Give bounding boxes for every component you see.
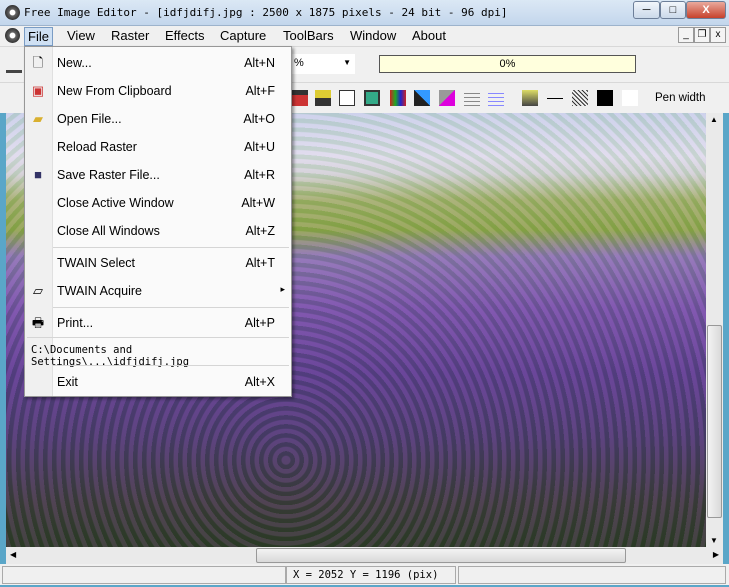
pen-width-label: Pen width [655, 92, 706, 104]
menu-view[interactable]: View [67, 28, 95, 43]
status-pane-left [2, 566, 286, 584]
layers-tool-icon[interactable] [315, 90, 331, 106]
image-tool-icon[interactable] [364, 90, 380, 106]
line-style-icon[interactable] [547, 98, 563, 99]
menu-item-close-all-windows[interactable]: Close All Windows Alt+Z [25, 219, 291, 243]
menu-toolbars[interactable]: ToolBars [283, 28, 334, 43]
app-gear-icon [5, 5, 20, 20]
menu-item-exit[interactable]: Exit Alt+X [25, 370, 291, 394]
menu-separator [53, 365, 289, 366]
grid-tool-icon[interactable] [464, 90, 480, 106]
status-coords: X = 2052 Y = 1196 (pix) [286, 566, 456, 584]
scroll-down-icon[interactable]: ▼ [710, 536, 718, 545]
progress-bar: 0% [379, 55, 636, 73]
background-color-swatch[interactable] [622, 90, 638, 106]
menu-bar: File View Raster Effects Capture ToolBar… [0, 26, 729, 46]
menu-about[interactable]: About [412, 28, 446, 43]
menu-item-twain-acquire[interactable]: ⏥ TWAIN Acquire ▸ [25, 279, 291, 303]
select-tool-icon[interactable] [339, 90, 355, 106]
zoom-select[interactable]: % ▼ [292, 54, 355, 74]
zoom-value: % [294, 57, 304, 69]
menu-item-close-active-window[interactable]: Close Active Window Alt+W [25, 191, 291, 215]
layer-tool-icon[interactable] [292, 90, 308, 106]
title-bar: Free Image Editor - [idfjdifj.jpg : 2500… [0, 0, 729, 26]
mdi-minimize-button[interactable]: _ [678, 27, 694, 43]
vertical-scrollbar[interactable]: ▲ ▼ [706, 113, 723, 547]
window-title: Free Image Editor - [idfjdifj.jpg : 2500… [24, 6, 508, 19]
submenu-arrow-icon: ▸ [280, 284, 285, 294]
menu-raster[interactable]: Raster [111, 28, 149, 43]
menu-item-print[interactable]: 🖶 Print... Alt+P [25, 311, 291, 335]
scroll-right-icon[interactable]: ▶ [713, 550, 719, 559]
histogram-icon[interactable] [488, 90, 504, 106]
menu-item-reload-raster[interactable]: Reload Raster Alt+U [25, 135, 291, 159]
menu-item-twain-select[interactable]: TWAIN Select Alt+T [25, 251, 291, 275]
vertical-scroll-thumb[interactable] [707, 325, 722, 518]
mdi-close-button[interactable]: x [710, 27, 726, 43]
scanner-icon: ⏥ [33, 283, 43, 298]
scanner-tool-icon[interactable] [6, 57, 22, 73]
floppy-icon: ■ [34, 167, 42, 182]
magic-wand-icon[interactable] [414, 90, 430, 106]
menu-capture[interactable]: Capture [220, 28, 266, 43]
menu-effects[interactable]: Effects [165, 28, 205, 43]
horizontal-scrollbar[interactable]: ◀ ▶ [6, 547, 723, 564]
folder-open-icon: ▰ [33, 111, 43, 126]
menu-separator [53, 247, 289, 248]
minimize-button[interactable]: ─ [633, 1, 660, 19]
menu-separator [53, 307, 289, 308]
mdi-restore-button[interactable]: ❐ [694, 27, 710, 43]
pencils-icon[interactable] [390, 90, 406, 106]
file-menu: 🗋 New... Alt+N ▣ New From Clipboard Alt+F ▰ O… [24, 46, 292, 397]
clipboard-icon: ▣ [31, 83, 45, 98]
pen-tool-icon[interactable] [522, 90, 538, 106]
new-file-icon: 🗋 [32, 55, 44, 70]
chevron-down-icon: ▼ [343, 58, 351, 67]
menu-item-new-from-clipboard[interactable]: ▣ New From Clipboard Alt+F [25, 79, 291, 103]
menu-window[interactable]: Window [350, 28, 396, 43]
gradient-tool-icon[interactable] [439, 90, 455, 106]
status-pane-right [458, 566, 726, 584]
menu-item-new[interactable]: 🗋 New... Alt+N [25, 51, 291, 75]
menu-separator [27, 337, 289, 338]
menu-item-open-file[interactable]: ▰ Open File... Alt+O [25, 107, 291, 131]
foreground-color-swatch[interactable] [597, 90, 613, 106]
hatch-pattern-icon[interactable] [572, 90, 588, 106]
close-button[interactable]: X [686, 1, 726, 19]
maximize-button[interactable]: □ [660, 1, 686, 19]
horizontal-scroll-thumb[interactable] [256, 548, 626, 563]
scroll-up-icon[interactable]: ▲ [710, 115, 718, 124]
printer-icon: 🖶 [31, 315, 45, 330]
status-bar: X = 2052 Y = 1196 (pix) [0, 564, 729, 585]
menu-item-save-raster[interactable]: ■ Save Raster File... Alt+R [25, 163, 291, 187]
menu-file[interactable]: File [24, 27, 53, 46]
scroll-left-icon[interactable]: ◀ [10, 550, 16, 559]
mdi-gear-icon[interactable] [5, 28, 20, 43]
